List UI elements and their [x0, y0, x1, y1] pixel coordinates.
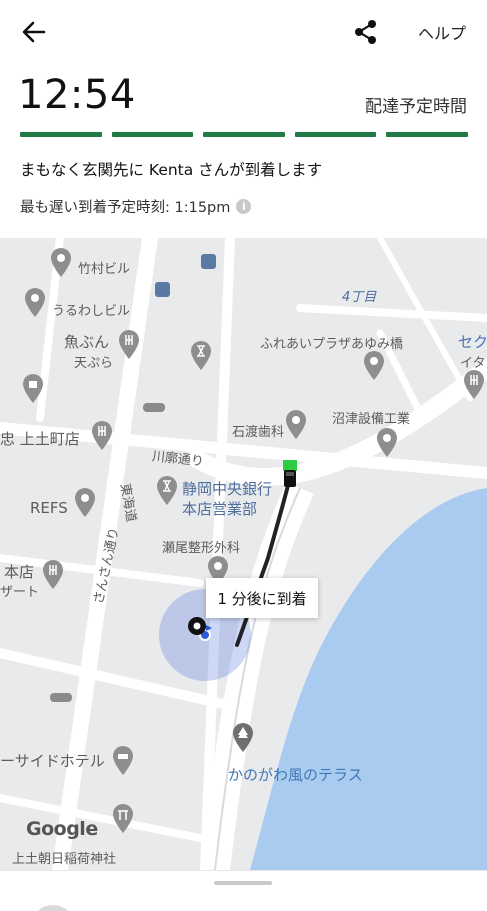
hotel-pin-icon[interactable]: [112, 746, 134, 776]
map-label: 忠 上土町店: [0, 430, 80, 448]
delivery-progress-bar: [20, 132, 468, 138]
restaurant-pin-icon[interactable]: [118, 330, 140, 360]
help-link[interactable]: ヘルプ: [418, 20, 466, 44]
eta-label: 配達予定時間: [365, 97, 467, 117]
place-pin-icon[interactable]: [50, 248, 72, 278]
eta-time: 12:54: [18, 72, 136, 118]
map-label: 沼津設備工業: [332, 412, 411, 427]
arrival-message: まもなく玄関先に Kenta さんが到着します: [20, 161, 323, 179]
map-label: 4丁目: [342, 290, 377, 305]
shrine-pin-icon[interactable]: [112, 804, 134, 834]
map-label: 魚ぶん: [64, 333, 110, 351]
courier-avatar: [30, 905, 76, 911]
restaurant-pin-icon[interactable]: [463, 370, 485, 400]
bottom-sheet[interactable]: [0, 870, 487, 911]
progress-segment: [111, 132, 194, 137]
destination-marker-icon: [188, 617, 212, 635]
info-icon[interactable]: i: [236, 199, 252, 214]
park-pin-icon[interactable]: [232, 723, 254, 753]
place-pin-icon[interactable]: [74, 488, 96, 518]
map-label: セク: [458, 333, 487, 351]
bus-stop-icon[interactable]: [201, 254, 216, 269]
place-pin-icon[interactable]: [376, 428, 398, 458]
map-label: 竹村ビル: [78, 262, 131, 277]
restaurant-pin-icon[interactable]: [91, 421, 113, 451]
latest-arrival-row: 最も遅い到着予定時刻: 1:15pm i: [20, 196, 252, 217]
map-label: 上土朝日稲荷神社: [12, 852, 117, 867]
share-icon[interactable]: [352, 18, 380, 46]
bus-stop-icon[interactable]: [155, 282, 170, 297]
progress-segment: [203, 132, 285, 137]
map-label: ザート: [0, 585, 40, 600]
google-logo: Google: [26, 818, 98, 840]
latest-arrival-text: 最も遅い到着予定時刻: 1:15pm: [20, 200, 231, 216]
shopping-pin-icon[interactable]: [22, 374, 44, 404]
bank-pin-icon[interactable]: [156, 476, 178, 506]
place-pin-icon[interactable]: [285, 410, 307, 440]
map-view[interactable]: 竹村ビル うるわしビル 魚ぶん 天ぷら 4丁目 ふれあいプラザあゆみ橋 セク イ…: [0, 238, 487, 870]
traffic-light-icon: [143, 403, 165, 412]
museum-pin-icon[interactable]: [190, 341, 212, 371]
top-bar: ヘルプ: [0, 0, 487, 64]
map-label: 石渡歯科: [232, 425, 285, 440]
drag-handle[interactable]: [214, 881, 272, 885]
place-pin-icon[interactable]: [363, 351, 385, 381]
restaurant-pin-icon[interactable]: [42, 560, 64, 590]
map-label: 天ぷら: [74, 356, 114, 371]
traffic-light-icon: [50, 693, 72, 702]
progress-segment: [386, 132, 468, 137]
map-label: かのがわ風のテラス: [228, 766, 363, 784]
map-label: うるわしビル: [52, 304, 131, 319]
arrival-bubble: 1 分後に到着: [206, 578, 318, 618]
map-label: 本店: [4, 563, 35, 581]
progress-segment: [20, 132, 102, 137]
place-pin-icon[interactable]: [24, 288, 46, 318]
map-label: イタ: [460, 356, 486, 371]
courier-car-icon[interactable]: [282, 460, 298, 488]
map-label: 静岡中央銀行: [182, 480, 273, 498]
map-label: REFS: [30, 499, 68, 517]
progress-segment: [294, 132, 377, 137]
map-label: 瀬尾整形外科: [162, 541, 241, 556]
map-label: ふれあいプラザあゆみ橋: [260, 337, 404, 352]
delivery-tracking-screen: ヘルプ 12:54 配達予定時間 まもなく玄関先に Kenta さんが到着します…: [0, 0, 487, 911]
map-label: ーサイドホテル: [0, 752, 105, 770]
arrow-left-icon[interactable]: [18, 16, 50, 48]
map-label: 本店営業部: [182, 500, 258, 518]
